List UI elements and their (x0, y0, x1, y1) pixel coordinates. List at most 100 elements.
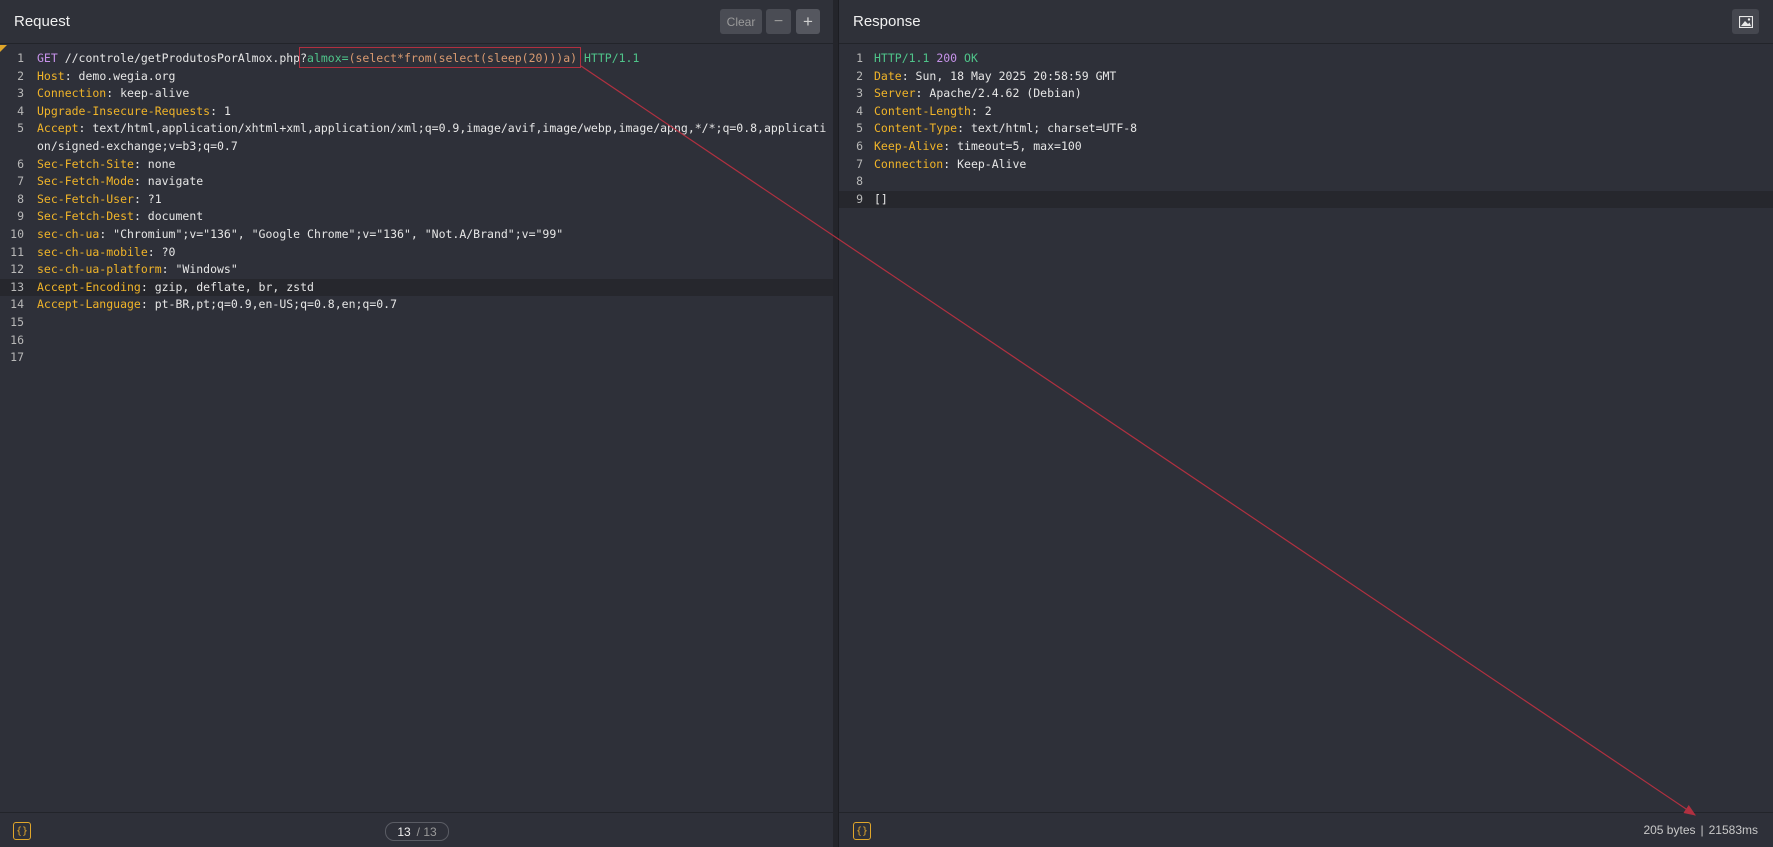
code-token: : document (133, 209, 204, 224)
request-line[interactable]: 7 Sec-Fetch-Mode: navigate (0, 173, 833, 191)
response-footer: {} 205 bytes | 21583ms (839, 812, 1773, 847)
line-number: 6 (856, 139, 863, 153)
format-braces-icon[interactable]: {} (13, 822, 31, 840)
code-token: : gzip, deflate, br, zstd (140, 279, 314, 294)
line-code: Sec-Fetch-Site: none (37, 156, 175, 174)
response-line[interactable]: 9 [] (839, 190, 1773, 209)
line-number: 17 (10, 350, 24, 365)
code-token: HTTP/1.1 (874, 51, 937, 65)
request-line[interactable]: 13 Accept-Encoding: gzip, deflate, br, zs… (0, 278, 833, 297)
code-token: : timeout=5, max=100 (943, 139, 1082, 153)
line-code: Sec-Fetch-Dest: document (37, 208, 203, 226)
response-line[interactable]: 5 Content-Type: text/html; charset=UTF-8 (839, 120, 1773, 138)
zoom-in-button[interactable]: + (796, 9, 820, 34)
code-token: HTTP/1.1 (584, 51, 640, 65)
line-code: sec-ch-ua-platform: "Windows" (37, 261, 238, 279)
line-code: [] (874, 191, 888, 209)
response-line[interactable]: 8 (839, 173, 1773, 191)
code-token: : Sun, 18 May 2025 20:58:59 GMT (901, 68, 1117, 83)
line-code: Sec-Fetch-User: ?1 (37, 191, 162, 209)
response-viewer[interactable]: 1 HTTP/1.1 200 OK 2 Date: Sun, 18 May 2025 … (839, 44, 1773, 812)
line-number: 3 (17, 86, 24, 101)
request-line[interactable]: 8 Sec-Fetch-User: ?1 (0, 191, 833, 209)
code-token: //controle/getProdutosPorAlmox.php? (64, 51, 308, 65)
code-token: : Apache/2.4.62 (Debian) (915, 86, 1082, 101)
line-number: 7 (17, 174, 24, 189)
request-header: Request Clear − + (0, 0, 833, 44)
response-time: 21583ms (1708, 823, 1758, 837)
line-code: Accept-Encoding: gzip, deflate, br, zstd (37, 279, 314, 297)
code-token: : keep-alive (106, 86, 190, 101)
request-line[interactable]: 10 sec-ch-ua: "Chromium";v="136", "Google… (0, 226, 833, 244)
line-number: 11 (10, 244, 24, 259)
line-code: Date: Sun, 18 May 2025 20:58:59 GMT (874, 68, 1116, 86)
line-number: 6 (17, 156, 24, 171)
line-code: HTTP/1.1 200 OK (874, 50, 978, 68)
format-braces-icon[interactable]: {} (853, 822, 871, 840)
code-token: : 2 (970, 103, 992, 118)
response-line[interactable]: 1 HTTP/1.1 200 OK (839, 50, 1773, 68)
response-line[interactable]: 6 Keep-Alive: timeout=5, max=100 (839, 138, 1773, 156)
response-stats: 205 bytes | 21583ms (1643, 823, 1758, 837)
code-token: : demo.wegia.org (64, 68, 176, 83)
line-number: 14 (10, 297, 24, 312)
code-token: : 1 (210, 103, 231, 118)
response-line[interactable]: 3 Server: Apache/2.4.62 (Debian) (839, 85, 1773, 103)
code-token: : "Chromium";v="136", "Google Chrome";v=… (99, 227, 564, 241)
line-code: sec-ch-ua: "Chromium";v="136", "Google C… (37, 226, 563, 244)
request-line[interactable]: 12 sec-ch-ua-platform: "Windows" (0, 261, 833, 279)
code-token: Accept-Language (37, 297, 141, 312)
code-token: : text/html,application/xhtml+xml,applic… (78, 121, 827, 136)
response-size: 205 bytes (1643, 823, 1696, 837)
line-number: 12 (10, 262, 24, 277)
line-indicator: 13 / 13 (385, 822, 449, 841)
request-line[interactable]: 17 (0, 349, 833, 367)
response-line[interactable]: 4 Content-Length: 2 (839, 103, 1773, 121)
response-pane: Response 1 HTTP/1.1 200 OK 2 Date: Sun, 18 … (838, 0, 1773, 847)
code-token: sec-ch-ua (37, 227, 100, 241)
line-code: Upgrade-Insecure-Requests: 1 (37, 103, 231, 121)
code-token: Sec-Fetch-Mode (37, 174, 134, 189)
response-line[interactable]: 2 Date: Sun, 18 May 2025 20:58:59 GMT (839, 68, 1773, 86)
stats-separator: | (1700, 823, 1704, 837)
request-line[interactable]: 9 Sec-Fetch-Dest: document (0, 208, 833, 226)
code-token: : Keep-Alive (943, 156, 1027, 171)
request-line[interactable]: 16 (0, 332, 833, 350)
request-line[interactable]: 3 Connection: keep-alive (0, 85, 833, 103)
clear-button[interactable]: Clear (720, 9, 762, 34)
line-code: Accept-Language: pt-BR,pt;q=0.9,en-US;q=… (37, 296, 397, 314)
line-number: 1 (17, 51, 24, 65)
screenshot-button[interactable] (1732, 9, 1759, 34)
response-line[interactable]: 7 Connection: Keep-Alive (839, 156, 1773, 174)
request-line[interactable]: 14 Accept-Language: pt-BR,pt;q=0.9,en-US;… (0, 296, 833, 314)
code-token: Sec-Fetch-User (37, 191, 134, 206)
line-number: 15 (10, 315, 24, 329)
line-number: 2 (856, 68, 863, 83)
payload-highlight-box (299, 47, 581, 68)
code-token: Sec-Fetch-Dest (37, 209, 134, 224)
code-token: Accept-Encoding (37, 279, 141, 294)
line-code: Sec-Fetch-Mode: navigate (37, 173, 203, 191)
zoom-out-button[interactable]: − (766, 9, 791, 34)
line-code: Server: Apache/2.4.62 (Debian) (874, 85, 1082, 103)
line-number: 4 (856, 103, 863, 118)
response-title: Response (853, 13, 921, 30)
request-line[interactable]: 4 Upgrade-Insecure-Requests: 1 (0, 103, 833, 121)
code-token: Keep-Alive (874, 139, 944, 153)
line-code: Content-Length: 2 (874, 103, 992, 121)
line-code: Host: demo.wegia.org (37, 68, 175, 86)
image-icon (1738, 15, 1753, 28)
request-line[interactable]: 15 (0, 314, 833, 332)
request-line[interactable]: 2 Host: demo.wegia.org (0, 68, 833, 86)
request-line[interactable]: 11 sec-ch-ua-mobile: ?0 (0, 244, 833, 262)
code-token: [] (874, 191, 888, 206)
request-editor[interactable]: 1 GET //controle/getProdutosPorAlmox.php?… (0, 44, 833, 812)
request-pane: Request Clear − + 1 GET //controle/getPro… (0, 0, 834, 847)
request-line[interactable]: on/signed-exchange;v=b3;q=0.7 (0, 138, 833, 156)
request-line[interactable]: 5 Accept: text/html,application/xhtml+xml… (0, 120, 833, 138)
line-number: 16 (10, 332, 24, 347)
request-line[interactable]: 6 Sec-Fetch-Site: none (0, 156, 833, 174)
line-number: 13 (10, 279, 24, 294)
response-header: Response (839, 0, 1773, 44)
code-token: GET (37, 51, 65, 65)
